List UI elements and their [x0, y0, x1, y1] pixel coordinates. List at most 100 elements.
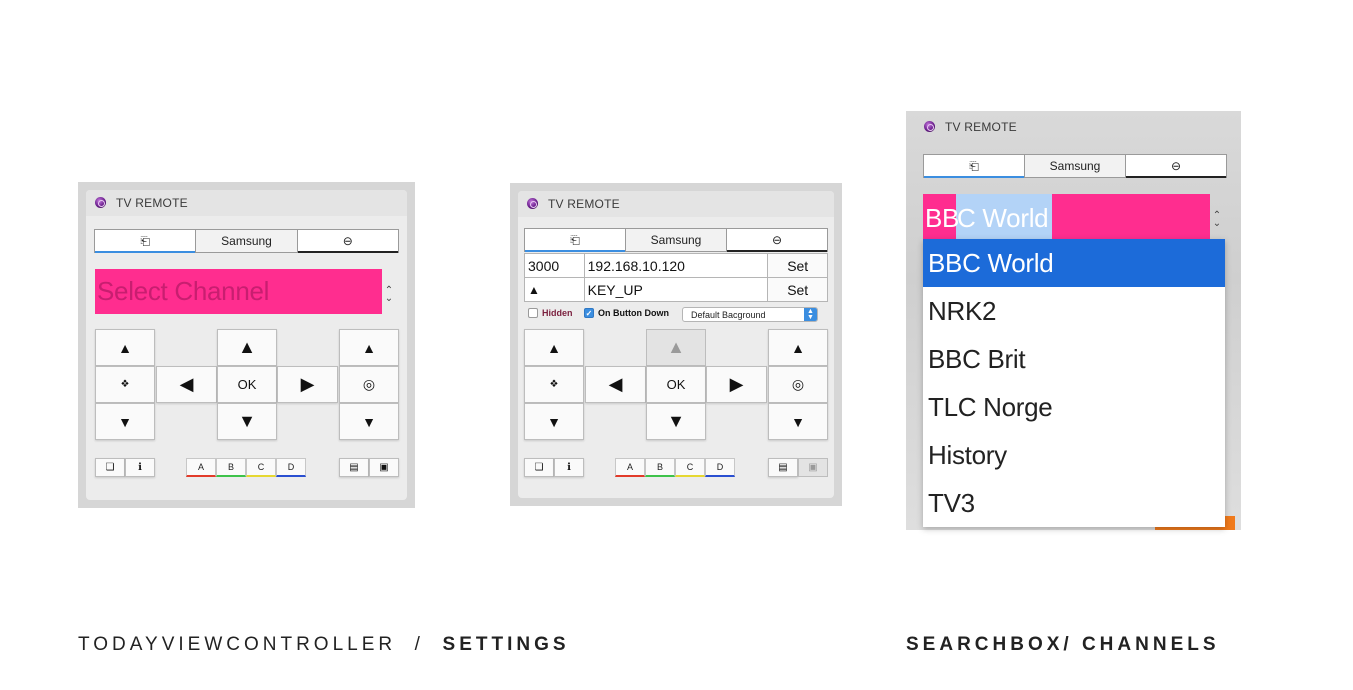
source-icon-button[interactable]: ❏ — [524, 458, 554, 477]
channel-option[interactable]: BBC World — [923, 239, 1225, 287]
background-select[interactable]: Default Bacground ▲ ▼ — [682, 307, 818, 322]
power-icon: ⎗ — [969, 158, 979, 173]
power-icon: ⎗ — [570, 232, 580, 247]
app-icon — [527, 198, 538, 209]
set-key-button[interactable]: Set — [768, 278, 827, 301]
widget-settings: TV REMOTE ⎗ Samsung ⊖ 3000 192.168.10.12… — [510, 183, 842, 506]
port-field[interactable]: 3000 — [525, 254, 585, 277]
on-button-down-option[interactable]: ✓ On Button Down — [584, 308, 669, 318]
power-icon: ⎗ — [140, 233, 150, 248]
tab-samsung[interactable]: Samsung — [626, 229, 727, 251]
caption-searchbox-channels: SEARCHBOX/ CHANNELS — [906, 634, 1220, 655]
channel-up-button[interactable]: ▲ — [768, 329, 828, 366]
dpad-up-button[interactable]: ▲ — [646, 329, 706, 366]
info-icon-button[interactable]: ℹ — [554, 458, 584, 477]
menu-icon-button[interactable]: ❖ — [95, 366, 155, 403]
volume-down-button[interactable]: ▼ — [524, 403, 584, 440]
color-key-b[interactable]: B — [645, 458, 675, 477]
connection-row: 3000 192.168.10.120 Set — [524, 253, 828, 278]
device-segmented-control: ⎗ Samsung ⊖ — [923, 154, 1227, 178]
minus-icon: ⊖ — [342, 234, 353, 248]
widget-titlebar: TV REMOTE — [86, 190, 407, 216]
menu-icon-button[interactable]: ❖ — [524, 366, 584, 403]
tab-power[interactable]: ⎗ — [95, 230, 197, 253]
channel-down-button[interactable]: ▼ — [339, 403, 399, 440]
source-icon-button[interactable]: ❏ — [95, 458, 125, 477]
volume-down-button[interactable]: ▼ — [95, 403, 155, 440]
widget-panel: TV REMOTE ⎗ Samsung ⊖ Select Channel ⌃ ⌄ … — [86, 190, 407, 500]
guide-icon-button[interactable]: ▤ — [339, 458, 369, 477]
channel-option[interactable]: BBC Brit — [923, 335, 1225, 383]
device-segmented-control: ⎗ Samsung ⊖ — [524, 228, 828, 252]
target-icon-button[interactable]: ◎ — [339, 366, 399, 403]
color-key-c[interactable]: C — [675, 458, 705, 477]
channel-option[interactable]: TV3 — [923, 479, 1225, 527]
select-arrows-icon: ▲ ▼ — [804, 308, 817, 321]
screen-icon-button[interactable]: ▣ — [369, 458, 399, 477]
dpad-right-button[interactable]: ▶ — [706, 366, 767, 403]
channel-stepper-icon[interactable]: ⌃ ⌄ — [384, 286, 394, 304]
device-segmented-control: ⎗ Samsung ⊖ — [94, 229, 399, 253]
channel-option[interactable]: NRK2 — [923, 287, 1225, 335]
widget-todayview: TV REMOTE ⎗ Samsung ⊖ Select Channel ⌃ ⌄ … — [78, 182, 415, 508]
color-key-d[interactable]: D — [276, 458, 306, 477]
hidden-option[interactable]: Hidden — [528, 308, 573, 318]
search-value-prefix: BB — [925, 203, 960, 233]
tab-power[interactable]: ⎗ — [525, 229, 626, 252]
channel-search-box[interactable]: Select Channel — [95, 269, 382, 314]
screen-icon-button[interactable]: ▣ — [798, 458, 828, 477]
tab-samsung[interactable]: Samsung — [196, 230, 298, 252]
info-icon-button[interactable]: ℹ — [125, 458, 155, 477]
tab-power[interactable]: ⎗ — [924, 155, 1025, 178]
color-key-c[interactable]: C — [246, 458, 276, 477]
on-button-down-checkbox[interactable]: ✓ — [584, 308, 594, 318]
key-code-field[interactable]: KEY_UP — [585, 278, 769, 301]
channel-dropdown: BBC World NRK2 BBC Brit TLC Norge Histor… — [923, 239, 1225, 527]
set-ip-button[interactable]: Set — [768, 254, 827, 277]
app-icon — [924, 121, 935, 132]
channel-stepper-icon[interactable]: ⌃ ⌄ — [1212, 211, 1222, 229]
caption-todayview: TODAYVIEWCONTROLLER / — [78, 634, 443, 655]
widget-title: TV REMOTE — [116, 196, 188, 210]
caption-todayview-settings: TODAYVIEWCONTROLLER / SETTINGS — [78, 634, 570, 656]
volume-up-button[interactable]: ▲ — [95, 329, 155, 366]
channel-option[interactable]: History — [923, 431, 1225, 479]
dpad-right-button[interactable]: ▶ — [277, 366, 338, 403]
app-icon — [95, 197, 106, 208]
widget-title: TV REMOTE — [548, 197, 620, 211]
tab-remove[interactable]: ⊖ — [727, 229, 827, 252]
minus-icon: ⊖ — [771, 233, 783, 247]
key-row: ▲ KEY_UP Set — [524, 277, 828, 302]
channel-up-button[interactable]: ▲ — [339, 329, 399, 366]
dpad-left-button[interactable]: ◀ — [585, 366, 646, 403]
caption-settings: SETTINGS — [442, 634, 570, 655]
color-key-b[interactable]: B — [216, 458, 246, 477]
tab-remove[interactable]: ⊖ — [1126, 155, 1226, 178]
widget-titlebar: TV REMOTE — [915, 117, 1232, 143]
channel-option[interactable]: TLC Norge — [923, 383, 1225, 431]
widget-title: TV REMOTE — [945, 120, 1017, 134]
target-icon-button[interactable]: ◎ — [768, 366, 828, 403]
channel-placeholder: Select Channel — [97, 276, 270, 306]
hidden-checkbox[interactable] — [528, 308, 538, 318]
dpad-ok-button[interactable]: OK — [646, 366, 706, 403]
color-key-d[interactable]: D — [705, 458, 735, 477]
volume-up-button[interactable]: ▲ — [524, 329, 584, 366]
dpad-ok-button[interactable]: OK — [217, 366, 277, 403]
background-select-value: Default Bacground — [691, 309, 766, 320]
dpad-left-button[interactable]: ◀ — [156, 366, 217, 403]
tab-samsung[interactable]: Samsung — [1025, 155, 1126, 177]
dpad-down-button[interactable]: ▼ — [217, 403, 277, 440]
key-icon-field[interactable]: ▲ — [525, 278, 585, 301]
guide-icon-button[interactable]: ▤ — [768, 458, 798, 477]
widget-titlebar: TV REMOTE — [518, 191, 834, 217]
dpad-down-button[interactable]: ▼ — [646, 403, 706, 440]
channel-down-button[interactable]: ▼ — [768, 403, 828, 440]
tab-remove[interactable]: ⊖ — [297, 230, 399, 253]
hidden-label: Hidden — [542, 308, 573, 318]
ip-field[interactable]: 192.168.10.120 — [585, 254, 769, 277]
minus-icon: ⊖ — [1170, 159, 1182, 173]
color-key-a[interactable]: A — [186, 458, 216, 477]
color-key-a[interactable]: A — [615, 458, 645, 477]
dpad-up-button[interactable]: ▲ — [217, 329, 277, 366]
